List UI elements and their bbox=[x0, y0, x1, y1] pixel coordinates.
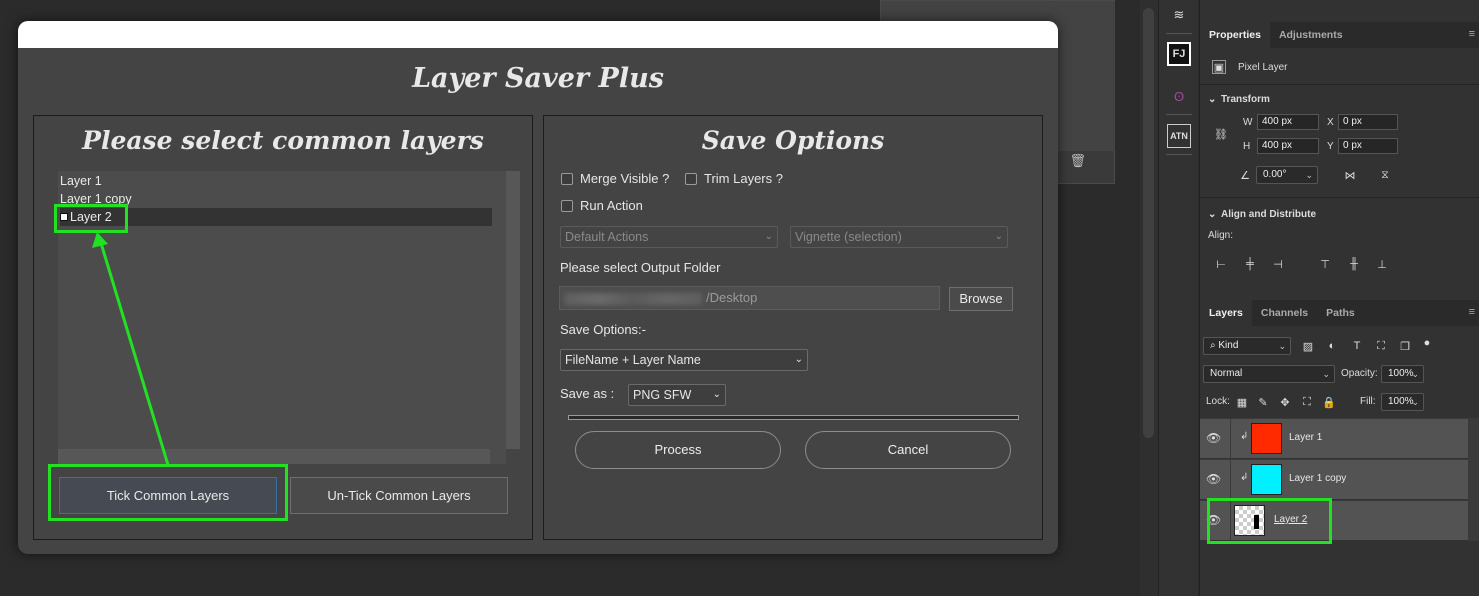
arrow-line bbox=[99, 242, 170, 466]
arrow-head bbox=[92, 232, 108, 248]
annotation-arrow bbox=[92, 232, 170, 466]
